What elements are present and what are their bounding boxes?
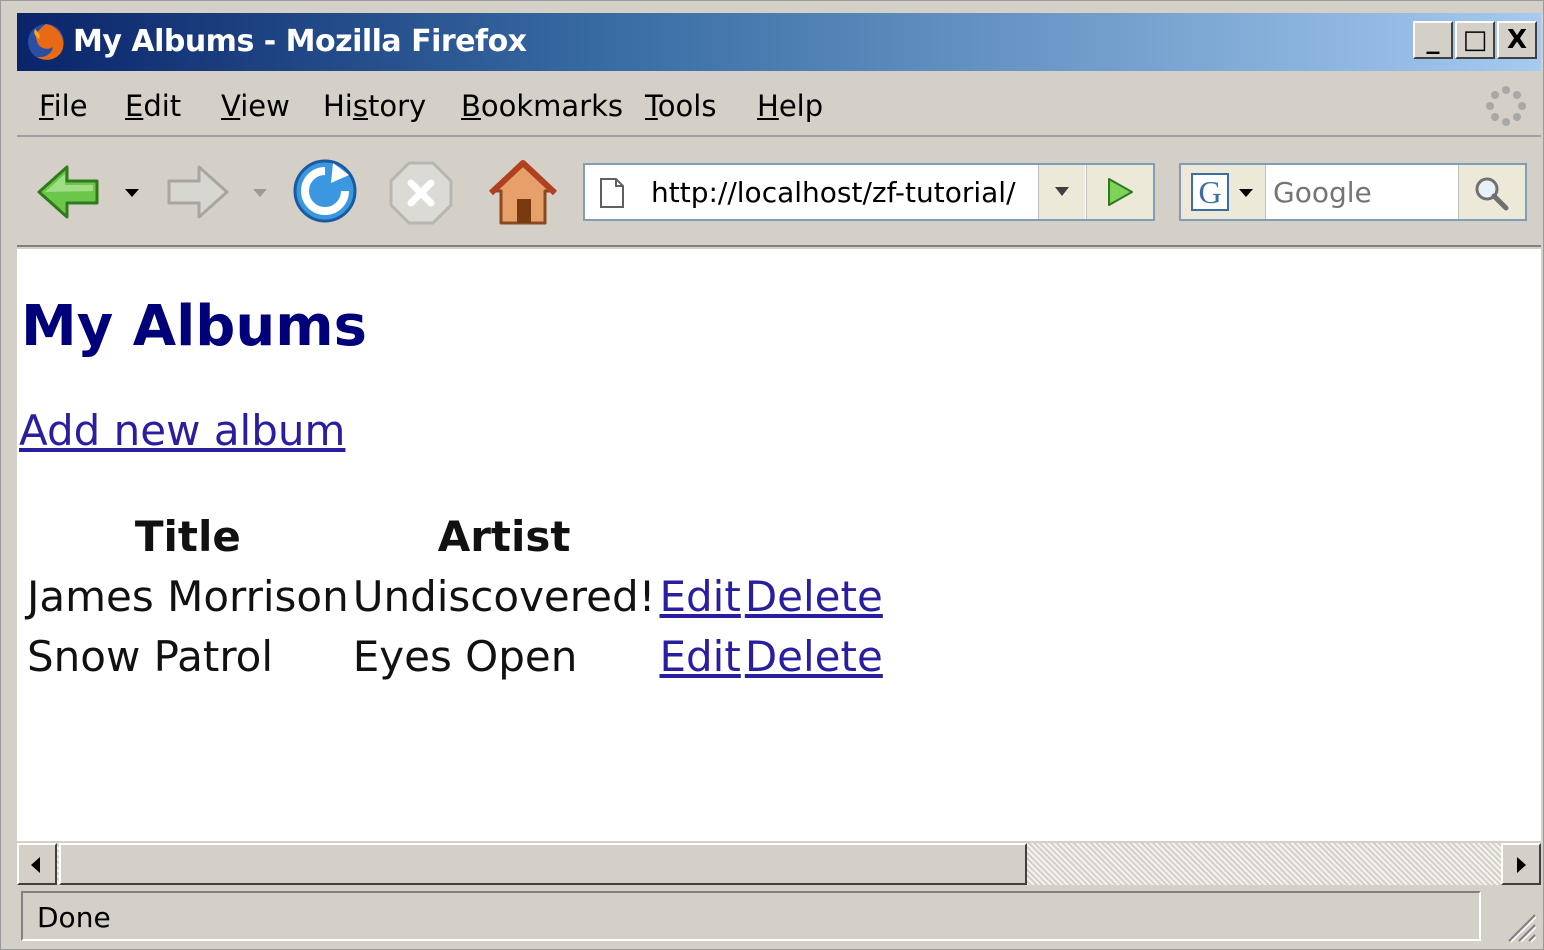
delete-cell: Delete	[745, 569, 883, 625]
menu-edit-label: Edit	[125, 89, 182, 123]
google-logo-icon: G	[1191, 173, 1229, 211]
maximize-button[interactable]: □	[1455, 21, 1495, 59]
back-history-dropdown-icon[interactable]	[125, 189, 139, 197]
table-row: Snow Patrol Eyes Open Edit Delete	[27, 629, 883, 685]
browser-window: My Albums - Mozilla Firefox _ □ X File E…	[0, 0, 1544, 950]
album-artist-cell: Eyes Open	[352, 632, 578, 681]
search-input[interactable]	[1273, 175, 1453, 211]
page-title: My Albums	[21, 294, 367, 359]
menu-file-label: File	[39, 89, 88, 123]
arrow-left-icon	[31, 857, 40, 873]
maximize-icon: □	[1462, 25, 1488, 55]
minimize-icon: _	[1426, 25, 1440, 55]
edit-album-link[interactable]: Edit	[659, 632, 740, 681]
page-viewport: My Albums Add new album Title Artist Jam…	[17, 249, 1541, 841]
menu-file[interactable]: File	[39, 89, 88, 123]
resize-grip-icon[interactable]	[1503, 909, 1537, 943]
forward-history-dropdown-icon[interactable]	[253, 189, 267, 197]
search-button[interactable]	[1458, 165, 1525, 219]
menu-help-label: Help	[757, 89, 824, 123]
url-history-dropdown[interactable]	[1038, 165, 1085, 219]
menu-bookmarks-label: Bookmarks	[461, 89, 624, 123]
column-header-delete	[745, 509, 883, 565]
go-button[interactable]	[1086, 165, 1153, 219]
scroll-right-button[interactable]	[1501, 843, 1541, 885]
album-title-cell: James Morrison	[27, 572, 349, 621]
page-document-icon	[600, 178, 624, 208]
status-bar: Done	[17, 887, 1541, 947]
column-header-title: Title	[134, 512, 241, 561]
album-artist-cell: Undiscovered!	[352, 572, 656, 621]
delete-cell: Delete	[745, 629, 883, 685]
close-icon: X	[1506, 25, 1528, 55]
firefox-logo-icon	[28, 24, 64, 60]
chevron-down-icon	[1055, 187, 1069, 196]
menu-history-label: History	[323, 89, 427, 123]
table-header-row: Title Artist	[27, 509, 883, 565]
menu-view[interactable]: View	[221, 89, 290, 123]
search-engine-selector[interactable]: G	[1181, 165, 1266, 219]
menu-edit[interactable]: Edit	[125, 89, 181, 123]
throbber-icon	[1486, 86, 1526, 126]
reload-icon[interactable]	[291, 157, 359, 225]
table-row: James Morrison Undiscovered! Edit Delete	[27, 569, 883, 625]
status-panel: Done	[21, 891, 1481, 941]
delete-album-link[interactable]: Delete	[745, 632, 883, 681]
menu-bar: File Edit View History Bookmarks Tools H…	[17, 73, 1541, 137]
edit-album-link[interactable]: Edit	[659, 572, 740, 621]
horizontal-scrollbar[interactable]	[17, 843, 1541, 885]
magnifier-icon	[1475, 177, 1509, 211]
menu-help[interactable]: Help	[757, 89, 823, 123]
menu-tools[interactable]: Tools	[645, 89, 716, 123]
scrollbar-thumb[interactable]	[59, 843, 1027, 885]
forward-arrow-icon[interactable]	[163, 159, 231, 225]
search-bar: G	[1179, 163, 1527, 221]
edit-cell: Edit	[659, 629, 740, 685]
url-text[interactable]: http://localhost/zf-tutorial/	[651, 175, 1016, 211]
menu-view-label: View	[221, 89, 290, 123]
address-bar[interactable]: http://localhost/zf-tutorial/	[583, 163, 1155, 221]
minimize-button[interactable]: _	[1413, 21, 1453, 59]
back-arrow-icon[interactable]	[35, 159, 103, 225]
menu-tools-label: Tools	[645, 89, 717, 123]
search-engine-letter: G	[1198, 174, 1222, 210]
stop-icon[interactable]	[389, 161, 453, 225]
column-header-edit	[659, 509, 740, 565]
arrow-right-icon	[1517, 857, 1526, 873]
column-header-artist: Artist	[437, 512, 571, 561]
window-title: My Albums - Mozilla Firefox	[73, 24, 527, 59]
home-icon[interactable]	[489, 157, 557, 227]
go-arrow-icon	[1108, 178, 1133, 206]
edit-cell: Edit	[659, 569, 740, 625]
album-title-cell: Snow Patrol	[27, 632, 274, 681]
title-bar[interactable]: My Albums - Mozilla Firefox _ □ X	[17, 13, 1541, 71]
search-engine-dropdown-icon	[1239, 189, 1253, 197]
close-button[interactable]: X	[1497, 21, 1537, 59]
scroll-left-button[interactable]	[17, 843, 57, 885]
delete-album-link[interactable]: Delete	[745, 572, 883, 621]
status-text: Done	[37, 901, 111, 934]
menu-bookmarks[interactable]: Bookmarks	[461, 89, 623, 123]
menu-history[interactable]: History	[323, 89, 426, 123]
albums-table: Title Artist James Morrison Undiscovered…	[23, 505, 887, 689]
add-new-album-link[interactable]: Add new album	[19, 405, 345, 457]
navigation-toolbar: http://localhost/zf-tutorial/ G	[17, 139, 1541, 247]
